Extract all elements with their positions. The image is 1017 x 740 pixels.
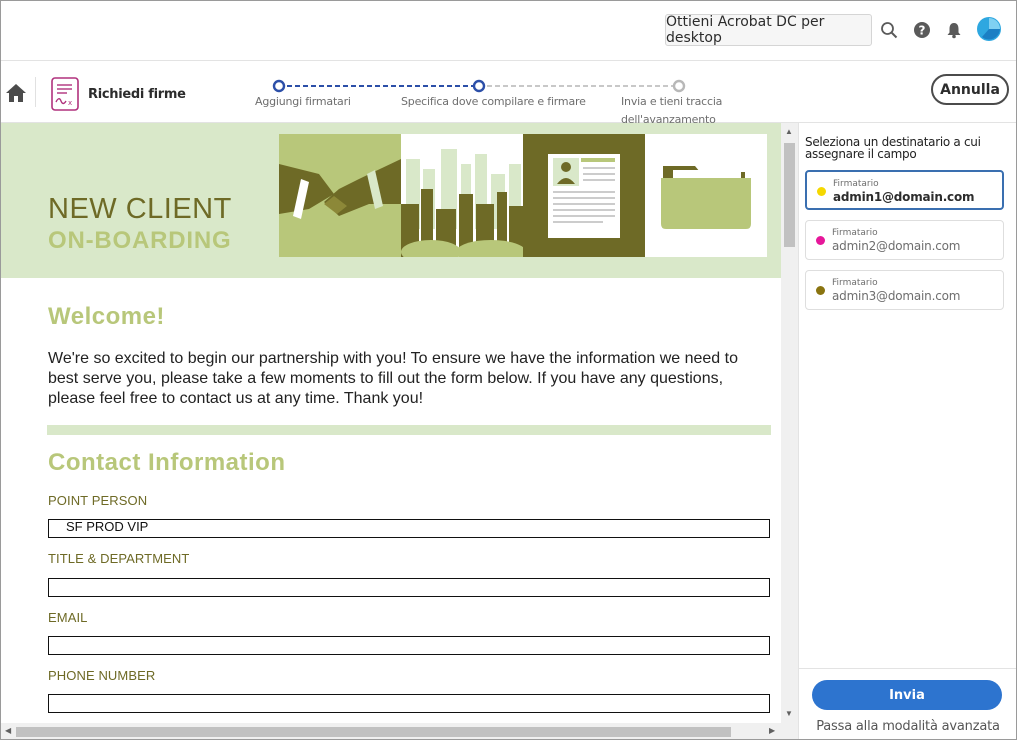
signer-email: admin1@domain.com <box>833 190 975 204</box>
horizontal-scroll-thumb[interactable] <box>16 727 731 737</box>
document-viewer: NEW CLIENT ON-BOARDING Welcome! We're so… <box>1 123 798 739</box>
signer-role: Firmatario <box>833 179 879 189</box>
scrollbar-corner <box>781 723 798 739</box>
signer-email: admin2@domain.com <box>832 239 961 253</box>
step-3-label-line1: Invia e tieni traccia <box>621 95 723 108</box>
get-acrobat-button[interactable]: Ottieni Acrobat DC per desktop <box>665 14 872 46</box>
field-label-email: EMAIL <box>48 610 88 625</box>
banner: NEW CLIENT ON-BOARDING <box>1 123 781 278</box>
home-icon[interactable] <box>5 82 27 104</box>
intro-paragraph: We're so excited to begin our partnershi… <box>48 350 738 407</box>
vertical-scroll-thumb[interactable] <box>784 143 795 247</box>
step-2-label[interactable]: Specifica dove compilare e firmare <box>401 93 586 111</box>
step-2-marker <box>472 79 486 93</box>
point-person-field[interactable]: SF PROD VIP <box>48 519 770 538</box>
step-1-marker <box>272 79 286 93</box>
field-label-title-department: TITLE & DEPARTMENT <box>48 551 190 566</box>
phone-number-field[interactable] <box>48 694 770 713</box>
tool-bar: x Richiedi firme Aggiungi firmatari Spec… <box>1 61 1016 126</box>
cancel-button[interactable]: Annulla <box>931 74 1009 105</box>
progress-steps <box>272 79 686 93</box>
search-icon[interactable] <box>878 19 900 41</box>
signer-email: admin3@domain.com <box>832 289 961 303</box>
signer-role: Firmatario <box>832 278 878 288</box>
app-window: Ottieni Acrobat DC per desktop ? x Richi… <box>0 0 1017 740</box>
point-person-value: SF PROD VIP <box>66 519 149 534</box>
vertical-scrollbar[interactable]: ▲ ▼ <box>781 123 798 723</box>
section-heading: Contact Information <box>48 449 286 476</box>
scroll-up-arrow-icon[interactable]: ▲ <box>785 127 793 136</box>
request-signatures-icon: x <box>51 77 79 111</box>
tool-title: Richiedi firme <box>88 87 186 102</box>
email-field[interactable] <box>48 636 770 655</box>
help-icon[interactable]: ? <box>911 19 933 41</box>
signer-color-dot <box>816 286 825 295</box>
banner-subtitle: ON-BOARDING <box>48 227 232 254</box>
signer-card-1[interactable]: Firmatario admin1@domain.com <box>805 170 1004 210</box>
field-label-point-person: POINT PERSON <box>48 493 148 508</box>
city-illustration <box>401 134 523 257</box>
signer-color-dot <box>817 187 826 196</box>
horizontal-scrollbar[interactable]: ◀ ▶ <box>1 723 781 739</box>
scroll-down-arrow-icon[interactable]: ▼ <box>785 709 793 718</box>
divider <box>35 77 36 107</box>
step-3-marker <box>672 79 686 93</box>
scroll-right-arrow-icon[interactable]: ▶ <box>769 726 775 735</box>
welcome-heading: Welcome! <box>48 303 165 330</box>
folder-illustration <box>645 134 767 257</box>
svg-text:x: x <box>68 99 72 107</box>
banner-title: NEW CLIENT <box>48 193 232 225</box>
section-divider <box>47 425 771 435</box>
advanced-mode-link[interactable]: Passa alla modalità avanzata <box>799 719 1016 734</box>
scroll-left-arrow-icon[interactable]: ◀ <box>5 726 11 735</box>
bell-icon[interactable] <box>943 19 965 41</box>
send-button[interactable]: Invia <box>812 680 1002 710</box>
signer-color-dot <box>816 236 825 245</box>
top-bar: Ottieni Acrobat DC per desktop ? <box>1 1 1016 61</box>
panel-footer: Invia Passa alla modalità avanzata <box>799 668 1016 739</box>
signer-card-3[interactable]: Firmatario admin3@domain.com <box>805 270 1004 310</box>
title-department-field[interactable] <box>48 578 770 597</box>
handshake-illustration <box>279 134 401 257</box>
signer-role: Firmatario <box>832 228 878 238</box>
profile-document-illustration <box>523 134 645 257</box>
panel-title: Seleziona un destinatario a cui assegnar… <box>805 135 981 161</box>
document-page: NEW CLIENT ON-BOARDING Welcome! We're so… <box>1 123 781 723</box>
signer-card-2[interactable]: Firmatario admin2@domain.com <box>805 220 1004 260</box>
recipient-panel: Seleziona un destinatario a cui assegnar… <box>798 123 1016 739</box>
step-1-label[interactable]: Aggiungi firmatari <box>255 93 351 111</box>
field-label-phone-number: PHONE NUMBER <box>48 668 156 683</box>
svg-text:?: ? <box>919 24 926 38</box>
avatar[interactable] <box>976 16 1002 42</box>
